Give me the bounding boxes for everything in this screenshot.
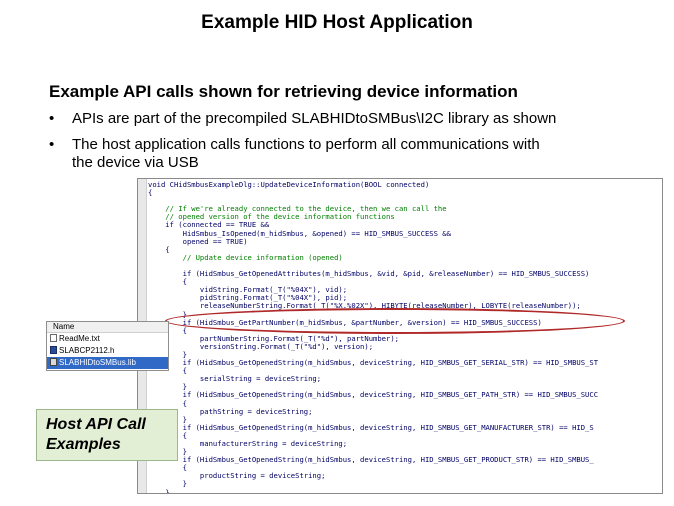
header-file-icon <box>50 345 57 354</box>
bullet-symbol: • <box>49 136 55 153</box>
code-line: if (HidSmbus_GetOpenedAttributes(m_hidSm… <box>148 269 590 279</box>
code-line: if (HidSmbus_GetOpenedString(m_hidSmbus,… <box>148 358 599 368</box>
code-line: { <box>148 188 153 198</box>
code-line: if (HidSmbus_GetOpenedString(m_hidSmbus,… <box>148 422 594 432</box>
library-file-icon <box>50 357 57 366</box>
code-listing: void CHidSmbusExampleDlg::UpdateDeviceIn… <box>148 180 599 494</box>
callout-line-2: Examples <box>46 436 121 453</box>
callout-line-1: Host API Call <box>46 416 146 433</box>
bullet-text: APIs are part of the precompiled SLABHID… <box>72 110 557 127</box>
bullet-symbol: • <box>49 110 55 127</box>
code-line: void CHidSmbusExampleDlg::UpdateDeviceIn… <box>148 180 430 189</box>
code-line: if (HidSmbus_GetOpenedString(m_hidSmbus,… <box>148 390 599 400</box>
highlight-oval <box>165 308 625 334</box>
code-line: if (HidSmbus_GetOpenedString(m_hidSmbus,… <box>148 455 594 465</box>
file-row-selected[interactable]: SLABHIDtoSMBus.lib <box>47 357 168 369</box>
explorer-column-header[interactable]: Name <box>47 322 168 333</box>
code-line: } <box>148 487 170 494</box>
text-file-icon <box>50 333 57 342</box>
file-row[interactable]: SLABCP2112.h <box>47 345 168 357</box>
callout-box: Host API Call Examples <box>36 409 178 461</box>
code-line: // Update device information (opened) <box>148 252 343 262</box>
slide-subtitle: Example API calls shown for retrieving d… <box>49 82 518 101</box>
file-row[interactable]: ReadMe.txt <box>47 333 168 345</box>
file-explorer: Name ReadMe.txt SLABCP2112.h SLABHIDtoSM… <box>46 321 169 371</box>
slide-title: Example HID Host Application <box>201 12 473 33</box>
file-name: SLABCP2112.h <box>59 346 115 355</box>
code-editor[interactable]: void CHidSmbusExampleDlg::UpdateDeviceIn… <box>137 178 663 494</box>
bullet-text: The host application calls functions to … <box>72 136 540 153</box>
file-name: ReadMe.txt <box>59 334 100 343</box>
bullet-text: the device via USB <box>72 154 199 171</box>
file-name: SLABHIDtoSMBus.lib <box>59 358 136 367</box>
